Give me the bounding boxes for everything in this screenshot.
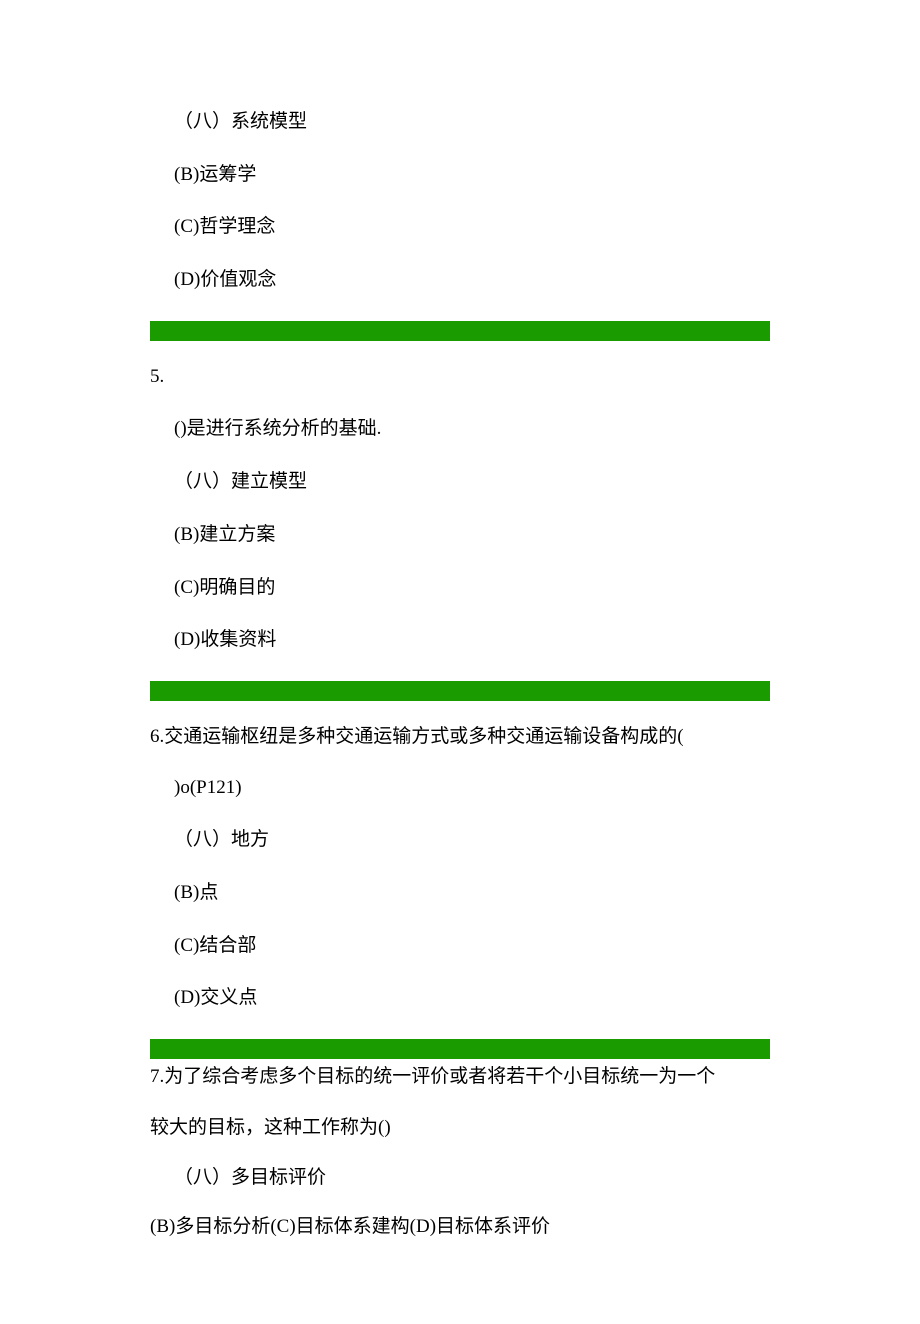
- q6-stem-line1: 6.交通运输枢纽是多种交通运输方式或多种交通运输设备构成的(: [150, 725, 770, 750]
- section-divider: [150, 321, 770, 341]
- q4-option-b: (B)运筹学: [174, 163, 770, 188]
- q7-option-a: （八）多目标评价: [174, 1166, 770, 1191]
- q7-stem-line2: 较大的目标，这种工作称为(): [150, 1116, 770, 1141]
- q6-option-d: (D)交义点: [174, 986, 770, 1011]
- q6-stem-line2: )o(P121): [174, 776, 770, 801]
- q6-option-a: （八）地方: [174, 828, 770, 853]
- q7-options-bcd: (B)多目标分析(C)目标体系建构(D)目标体系评价: [150, 1215, 770, 1240]
- q5-option-b: (B)建立方案: [174, 523, 770, 548]
- q5-option-d: (D)收集资料: [174, 628, 770, 653]
- q4-option-c: (C)哲学理念: [174, 215, 770, 240]
- section-divider: [150, 1039, 770, 1059]
- q5-option-c: (C)明确目的: [174, 576, 770, 601]
- q4-option-a: （八）系统模型: [174, 110, 770, 135]
- document-page: （八）系统模型 (B)运筹学 (C)哲学理念 (D)价值观念 5. ()是进行系…: [0, 0, 920, 1324]
- q5-option-a: （八）建立模型: [174, 470, 770, 495]
- section-divider: [150, 681, 770, 701]
- q6-option-b: (B)点: [174, 881, 770, 906]
- q7-stem-line1: 7.为了综合考虑多个目标的统一评价或者将若干个小目标统一为一个: [150, 1065, 770, 1090]
- q5-number: 5.: [150, 365, 770, 390]
- q5-stem: ()是进行系统分析的基础.: [174, 417, 770, 442]
- q4-option-d: (D)价值观念: [174, 268, 770, 293]
- q6-option-c: (C)结合部: [174, 934, 770, 959]
